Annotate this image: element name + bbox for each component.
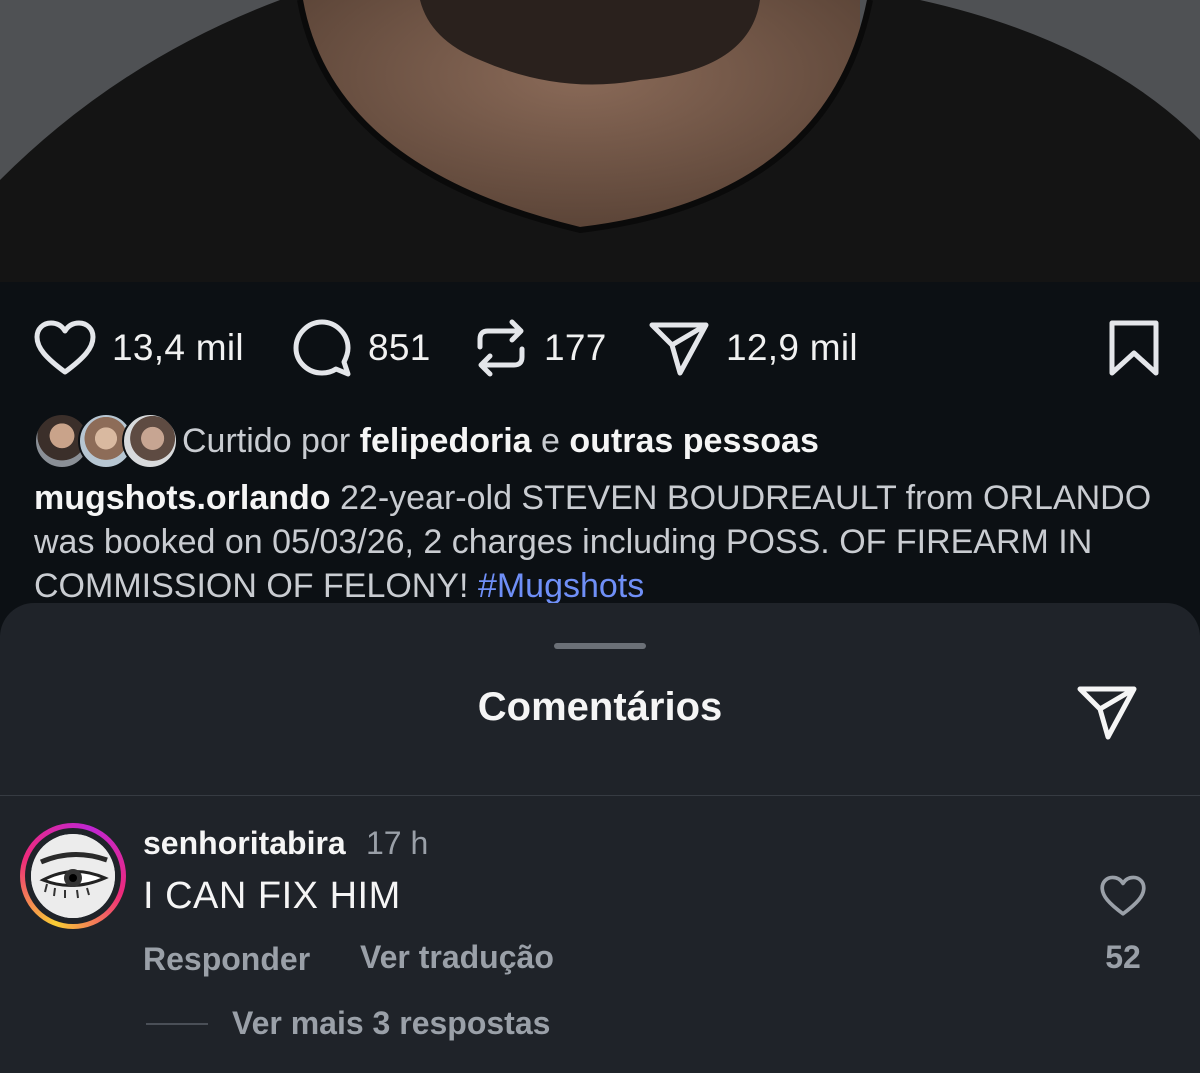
comment-bubble-icon [292,318,352,378]
avatar [31,834,115,918]
post-image[interactable] [0,0,1200,282]
sheet-drag-handle[interactable] [554,643,646,649]
save-button[interactable] [1108,318,1160,378]
shares-count: 12,9 mil [726,327,858,368]
divider [0,795,1200,796]
reply-button[interactable]: Responder [143,941,310,978]
liked-by-row[interactable]: Curtido por felipedoria e outras pessoas [34,412,819,470]
heart-icon [34,320,96,376]
liked-by-user-link[interactable]: felipedoria [360,422,532,460]
sheet-share-button[interactable] [1076,683,1138,746]
view-more-replies-button[interactable]: Ver mais 3 respostas [232,1005,550,1042]
comments-sheet: Comentários senhoritabira 17 h I CAN FIX… [0,603,1200,1073]
replies-divider [146,1023,208,1025]
share-button[interactable]: 12,9 mil [648,318,858,378]
like-button[interactable]: 13,4 mil [34,318,244,378]
avatar [122,413,178,469]
likes-count[interactable]: 13,4 mil [112,327,244,369]
comment-like-count: 52 [1105,939,1141,975]
liked-by-avatars [34,412,178,470]
liked-by-prefix: Curtido por [182,421,351,460]
comment-button[interactable]: 851 [292,318,431,378]
comment-text: I CAN FIX HIM [143,875,401,917]
send-icon [648,319,710,377]
liked-by-others-link[interactable]: outras pessoas [569,422,818,460]
repost-icon [474,317,528,379]
post-caption: mugshots.orlando 22-year-old STEVEN BOUD… [34,476,1184,608]
comment-timestamp: 17 h [366,825,429,861]
comments-count: 851 [368,327,431,368]
liked-by-conjunction: e [541,421,560,460]
comment-like-button[interactable] [1100,875,1146,922]
comment-username[interactable]: senhoritabira [143,825,346,862]
post-actions-bar: 13,4 mil 851 177 12,9 mil [0,282,1200,412]
send-icon [1076,686,1138,745]
heart-icon [1100,875,1146,921]
caption-username[interactable]: mugshots.orlando [34,479,331,517]
reposts-count: 177 [544,327,607,368]
liked-by-text: Curtido por felipedoria e outras pessoas [182,422,819,461]
caption-hashtag[interactable]: #Mugshots [478,567,644,605]
bookmark-icon [1108,319,1160,377]
comment-avatar[interactable] [20,823,126,929]
translate-button[interactable]: Ver tradução [360,939,554,976]
repost-button[interactable]: 177 [474,318,607,378]
sheet-title: Comentários [477,685,723,729]
